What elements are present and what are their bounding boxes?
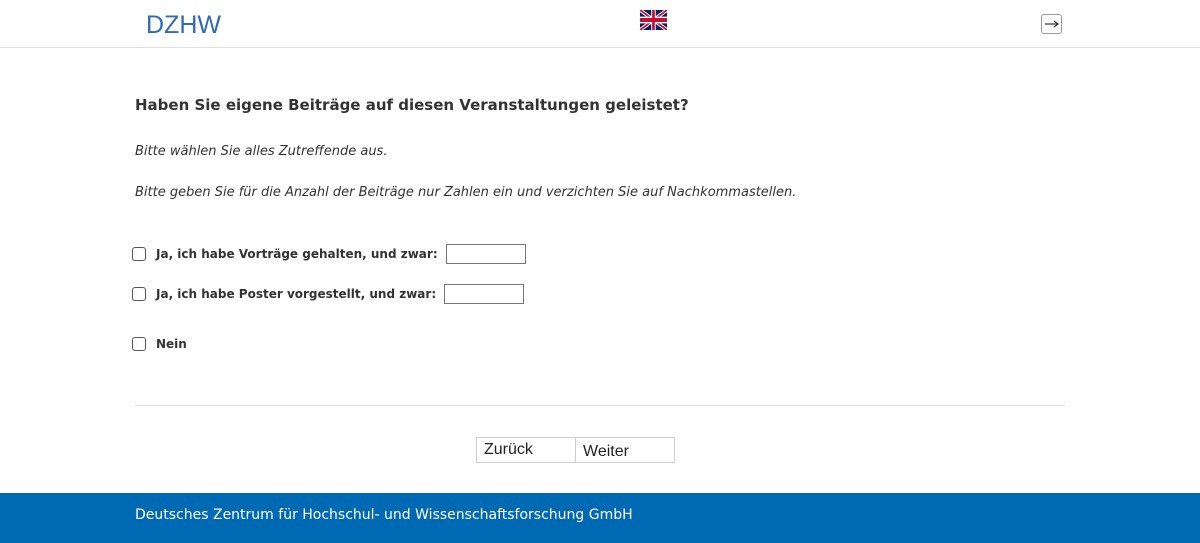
- option-talks: Ja, ich habe Vorträge gehalten, und zwar…: [132, 244, 526, 264]
- navigation: Zurück Weiter: [476, 437, 675, 463]
- logout-button[interactable]: [1041, 14, 1062, 34]
- no-label: Nein: [156, 337, 187, 351]
- instruction-select-all: Bitte wählen Sie alles Zutreffende aus.: [135, 144, 388, 159]
- posters-label: Ja, ich habe Poster vorgestellt, und zwa…: [156, 287, 437, 301]
- no-checkbox[interactable]: [132, 337, 146, 351]
- next-button[interactable]: Weiter: [575, 437, 675, 463]
- instruction-numbers-only: Bitte geben Sie für die Anzahl der Beitr…: [135, 185, 797, 200]
- footer-text: Deutsches Zentrum für Hochschul- und Wis…: [135, 507, 633, 523]
- divider: [135, 405, 1065, 406]
- talks-label: Ja, ich habe Vorträge gehalten, und zwar…: [156, 247, 438, 261]
- footer: Deutsches Zentrum für Hochschul- und Wis…: [0, 493, 1200, 543]
- header: DZHW: [0, 0, 1200, 48]
- posters-count-input[interactable]: [444, 284, 525, 304]
- back-button[interactable]: Zurück: [476, 437, 576, 463]
- option-no: Nein: [132, 334, 195, 354]
- question-title: Haben Sie eigene Beiträge auf diesen Ver…: [135, 96, 689, 114]
- uk-flag-icon[interactable]: [639, 8, 668, 32]
- talks-count-input[interactable]: [445, 244, 526, 264]
- posters-checkbox[interactable]: [132, 287, 146, 301]
- talks-checkbox[interactable]: [132, 247, 146, 261]
- dzhw-logo: DZHW: [146, 11, 221, 39]
- option-posters: Ja, ich habe Poster vorgestellt, und zwa…: [132, 284, 525, 304]
- logout-icon: [1045, 20, 1059, 28]
